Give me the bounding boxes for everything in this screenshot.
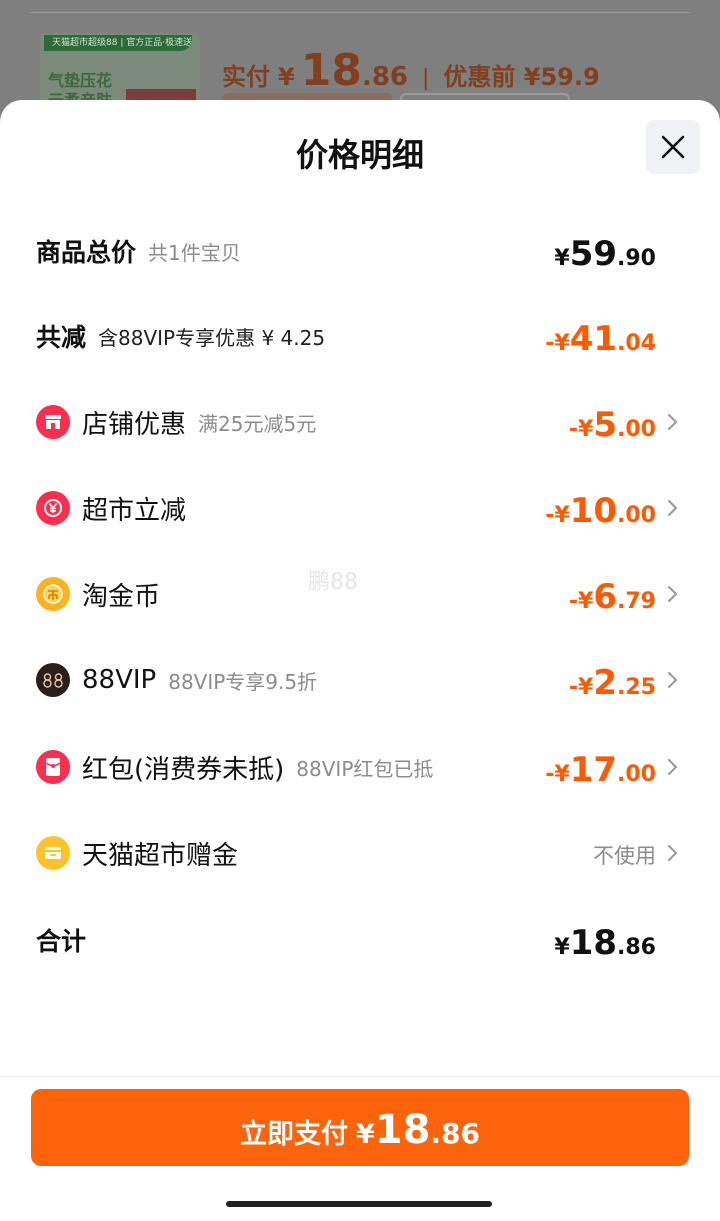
row-88vip[interactable]: 88VIP 88VIP专享9.5折 -¥ 2 .25 — [36, 655, 680, 705]
chevron-right-icon — [668, 845, 678, 861]
chevron-right-icon — [668, 759, 678, 775]
pay-button-yen: ¥ — [355, 1119, 375, 1150]
supermarket-discount-amount: -¥ 10 .00 — [545, 483, 656, 533]
store-discount-rule: 满25元减5元 — [198, 411, 317, 436]
sum-amount: ¥ 18 .86 — [554, 915, 656, 965]
goods-total-label: 商品总价 — [36, 238, 137, 267]
vip-amount: -¥ 2 .25 — [569, 655, 656, 705]
amount-yen: -¥ — [568, 675, 594, 700]
gift-wallet-icon — [36, 836, 70, 870]
red-packet-icon — [36, 750, 70, 784]
gift-credit-label: 天猫超市赠金 — [82, 840, 239, 871]
close-icon — [661, 135, 685, 159]
background-price: 实付 ¥ 18 .86 | 优惠前 ¥59.9 — [222, 45, 600, 96]
chevron-right-icon — [668, 586, 678, 602]
row-tmall-gift-credit[interactable]: 天猫超市赠金 不使用 — [36, 828, 680, 878]
taobao-coins-label: 淘金币 — [82, 581, 161, 612]
amount-int: 17 — [569, 750, 618, 790]
reduction-amount: -¥ 41 .04 — [545, 311, 656, 361]
goods-total-amount: ¥ 59 .90 — [554, 226, 656, 276]
amount-int: 5 — [593, 405, 618, 445]
pre-discount-price: 优惠前 ¥59.9 — [443, 63, 600, 91]
taobao-coins-amount: -¥ 6 .79 — [569, 569, 656, 619]
price-label: 实付 — [222, 63, 270, 91]
amount-int: 59 — [569, 234, 618, 274]
red-packet-label: 红包(消费券未抵) — [82, 754, 285, 785]
amount-int: 18 — [569, 923, 618, 963]
pay-now-button[interactable]: 立即支付 ¥ 18 .86 — [31, 1089, 689, 1166]
price-detail-sheet: 价格明细 鹏88 商品总价 共1件宝贝 ¥ 59 .90 共减 含88VIP专享… — [0, 100, 720, 1221]
row-total-reduction: 共减 含88VIP专享优惠 ¥ 4.25 -¥ 41 .04 — [36, 311, 680, 361]
amount-yen: -¥ — [545, 762, 570, 787]
yuan-coupon-icon — [36, 491, 70, 525]
row-supermarket-discount[interactable]: 超市立减 -¥ 10 .00 — [36, 483, 680, 533]
gift-credit-value: 不使用 — [593, 828, 656, 878]
reduction-label: 共减 — [36, 323, 87, 352]
store-discount-amount: -¥ 5 .00 — [569, 397, 656, 447]
chevron-right-icon — [668, 500, 678, 516]
coin-icon — [36, 577, 70, 611]
vip-rule: 88VIP专享9.5折 — [168, 669, 318, 694]
amount-int: 6 — [593, 577, 618, 617]
gift-credit-status: 不使用 — [593, 844, 656, 868]
amount-yen: -¥ — [545, 503, 570, 528]
amount-yen: -¥ — [568, 589, 594, 614]
chevron-right-icon — [668, 672, 678, 688]
amount-yen: -¥ — [545, 331, 570, 356]
amount-int: 41 — [569, 319, 618, 359]
store-discount-label: 店铺优惠 — [82, 409, 187, 440]
price-yen: ¥ — [278, 63, 295, 91]
pay-button-label: 立即支付 — [239, 1119, 348, 1150]
price-int: 18 — [300, 45, 362, 96]
pay-button-int: 18 — [374, 1107, 431, 1153]
price-separator: | — [422, 66, 430, 91]
amount-dec: .86 — [617, 935, 656, 960]
amount-dec: .00 — [617, 503, 656, 528]
vip-88-icon — [36, 663, 70, 697]
row-goods-total: 商品总价 共1件宝贝 ¥ 59 .90 — [36, 226, 680, 276]
row-store-discount[interactable]: 店铺优惠 满25元减5元 -¥ 5 .00 — [36, 397, 680, 447]
amount-yen: ¥ — [554, 935, 570, 960]
store-icon — [36, 405, 70, 439]
red-packet-note: 88VIP红包已抵 — [296, 756, 434, 781]
row-red-packet[interactable]: 红包(消费券未抵) 88VIP红包已抵 -¥ 17 .00 — [36, 742, 680, 792]
thumbnail-banner: 天猫超市超级88 | 官方正品·极速送达 — [44, 35, 192, 51]
amount-int: 2 — [593, 663, 618, 703]
amount-yen: -¥ — [568, 417, 594, 442]
vip-label: 88VIP — [82, 665, 157, 695]
goods-count: 共1件宝贝 — [148, 240, 241, 265]
amount-dec: .04 — [617, 331, 656, 356]
reduction-note: 含88VIP专享优惠 ¥ 4.25 — [98, 325, 326, 350]
amount-int: 10 — [569, 491, 618, 531]
close-button[interactable] — [646, 120, 700, 174]
amount-yen: ¥ — [554, 246, 570, 271]
amount-dec: .00 — [617, 762, 656, 787]
row-sum: 合计 ¥ 18 .86 — [36, 915, 680, 965]
sum-label: 合计 — [36, 927, 87, 956]
amount-dec: .79 — [617, 589, 656, 614]
footer-divider — [0, 1076, 720, 1077]
row-taobao-coins[interactable]: 淘金币 -¥ 6 .79 — [36, 569, 680, 619]
amount-dec: .25 — [617, 675, 656, 700]
amount-dec: .90 — [617, 246, 656, 271]
sheet-title: 价格明细 — [295, 136, 424, 174]
red-packet-amount: -¥ 17 .00 — [545, 742, 656, 792]
pay-button-dec: .86 — [430, 1117, 481, 1150]
home-indicator[interactable] — [226, 1201, 492, 1207]
supermarket-discount-label: 超市立减 — [82, 495, 187, 526]
amount-dec: .00 — [617, 417, 656, 442]
chevron-right-icon — [668, 414, 678, 430]
price-dec: .86 — [361, 62, 408, 92]
